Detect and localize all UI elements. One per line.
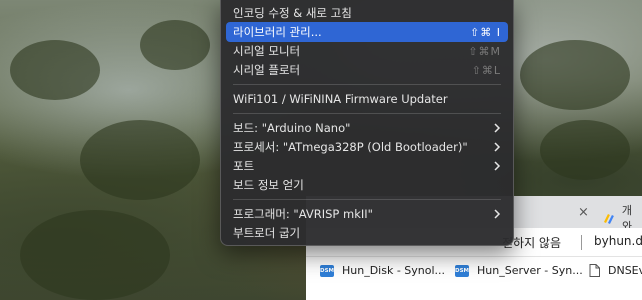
address-divider — [581, 235, 582, 250]
menu-item-label: 프로세서: "ATmega328P (Old Bootloader)" — [233, 140, 468, 154]
dsm-icon: DSM — [320, 264, 334, 277]
menu-separator — [233, 113, 501, 114]
chevron-right-icon — [494, 123, 501, 133]
menu-item-label: 시리얼 모니터 — [233, 44, 301, 58]
bookmark-item[interactable]: DSM Hun_Server - Syn... — [455, 264, 583, 277]
dsm-icon: DSM — [455, 264, 469, 277]
chevron-right-icon — [494, 209, 501, 219]
menu-item-label: 보드: "Arduino Nano" — [233, 121, 351, 135]
chevron-right-icon — [494, 142, 501, 152]
menu-item-label: 인코딩 수정 & 새로 고침 — [233, 6, 352, 20]
tab-close-button[interactable]: × — [578, 205, 589, 220]
menu-item-processor[interactable]: 프로세서: "ATmega328P (Old Bootloader)" — [226, 137, 508, 157]
menu-item-label: 부트로더 굽기 — [233, 226, 301, 240]
menu-item-manage-libraries[interactable]: 라이브러리 관리... ⇧⌘ I — [226, 22, 508, 42]
tools-menu: 인코딩 수정 & 새로 고침 라이브러리 관리... ⇧⌘ I 시리얼 모니터 … — [220, 0, 514, 246]
menu-separator — [233, 84, 501, 85]
menu-item-board-info[interactable]: 보드 정보 얻기 — [226, 175, 508, 195]
menu-item-fix-encoding[interactable]: 인코딩 수정 & 새로 고침 — [226, 3, 508, 23]
menu-item-programmer[interactable]: 프로그래머: "AVRISP mkII" — [226, 204, 508, 224]
page-content — [306, 284, 642, 300]
menu-item-firmware-updater[interactable]: WiFi101 / WiFiNINA Firmware Updater — [226, 89, 508, 109]
bookmark-item[interactable]: DNSEv — [589, 264, 642, 277]
menu-item-label: 라이브러리 관리... — [233, 25, 322, 39]
menu-item-label: 보드 정보 얻기 — [233, 178, 304, 192]
menu-item-shortcut: ⇧⌘ I — [470, 25, 501, 39]
menu-item-label: WiFi101 / WiFiNINA Firmware Updater — [233, 92, 448, 106]
menu-item-burn-bootloader[interactable]: 부트로더 굽기 — [226, 223, 508, 243]
bookmarks-bar: DSM Hun_Disk - Synol... DSM Hun_Server -… — [306, 256, 642, 285]
tab-favicon-icon — [603, 214, 614, 224]
menu-item-board[interactable]: 보드: "Arduino Nano" — [226, 118, 508, 138]
menu-item-shortcut: ⇧⌘L — [471, 63, 501, 77]
bookmark-label: DNSEv — [608, 264, 642, 277]
bookmark-label: Hun_Disk - Synol... — [342, 264, 446, 277]
bookmark-label: Hun_Server - Syn... — [477, 264, 583, 277]
menu-separator — [233, 199, 501, 200]
menu-item-label: 프로그래머: "AVRISP mkII" — [233, 207, 373, 221]
document-icon — [589, 264, 600, 277]
menu-item-serial-plotter[interactable]: 시리얼 플로터 ⇧⌘L — [226, 60, 508, 80]
chevron-right-icon — [494, 161, 501, 171]
menu-item-serial-monitor[interactable]: 시리얼 모니터 ⇧⌘M — [226, 41, 508, 61]
menu-item-label: 시리얼 플로터 — [233, 63, 301, 77]
menu-item-label: 포트 — [233, 159, 255, 173]
menu-item-shortcut: ⇧⌘M — [468, 44, 501, 58]
bookmark-item[interactable]: DSM Hun_Disk - Synol... — [320, 264, 445, 277]
menu-item-port[interactable]: 포트 — [226, 156, 508, 176]
address-host: byhun.d — [594, 234, 642, 248]
